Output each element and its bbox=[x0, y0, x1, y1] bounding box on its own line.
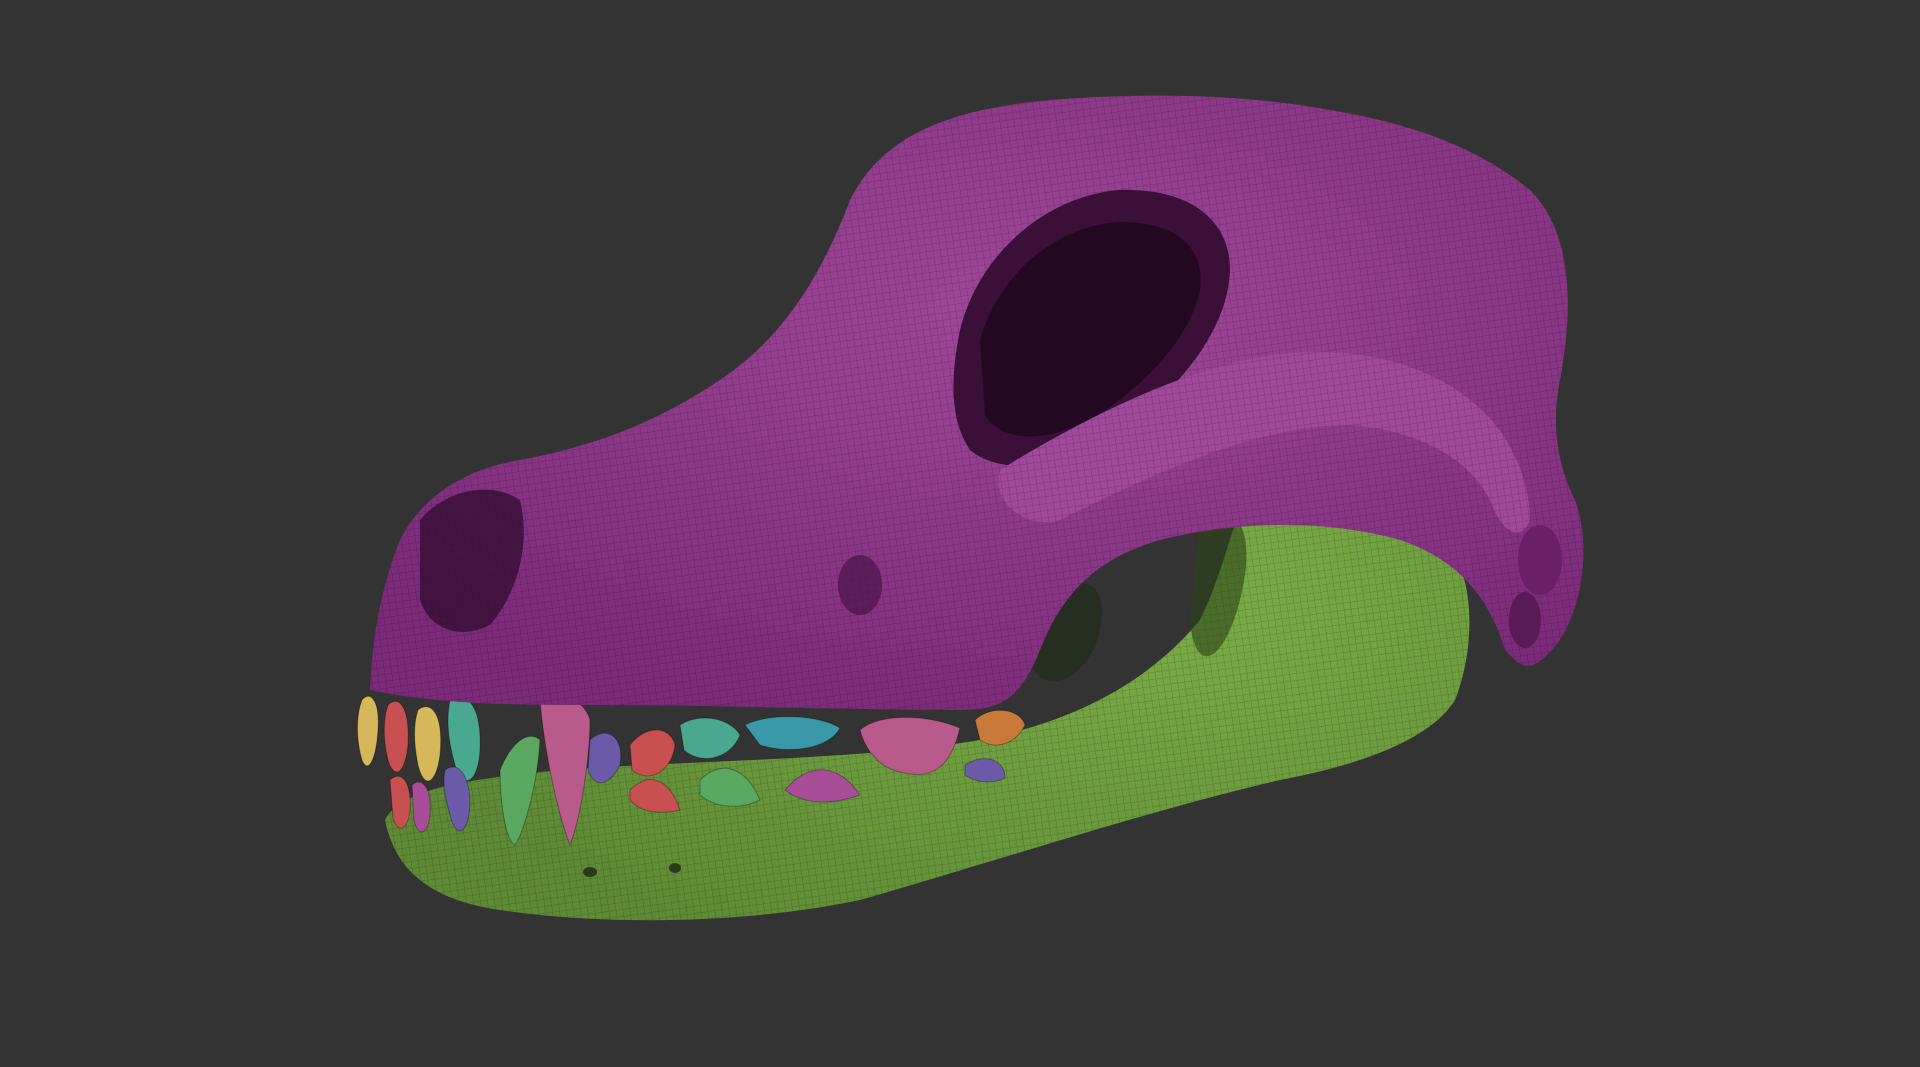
3d-viewport[interactable] bbox=[0, 0, 1920, 1067]
tooth bbox=[357, 695, 379, 767]
tooth bbox=[411, 781, 431, 833]
tooth bbox=[744, 716, 841, 751]
tooth bbox=[679, 717, 741, 759]
tooth bbox=[414, 706, 442, 782]
skull-model bbox=[357, 95, 1584, 921]
tooth bbox=[383, 700, 409, 773]
